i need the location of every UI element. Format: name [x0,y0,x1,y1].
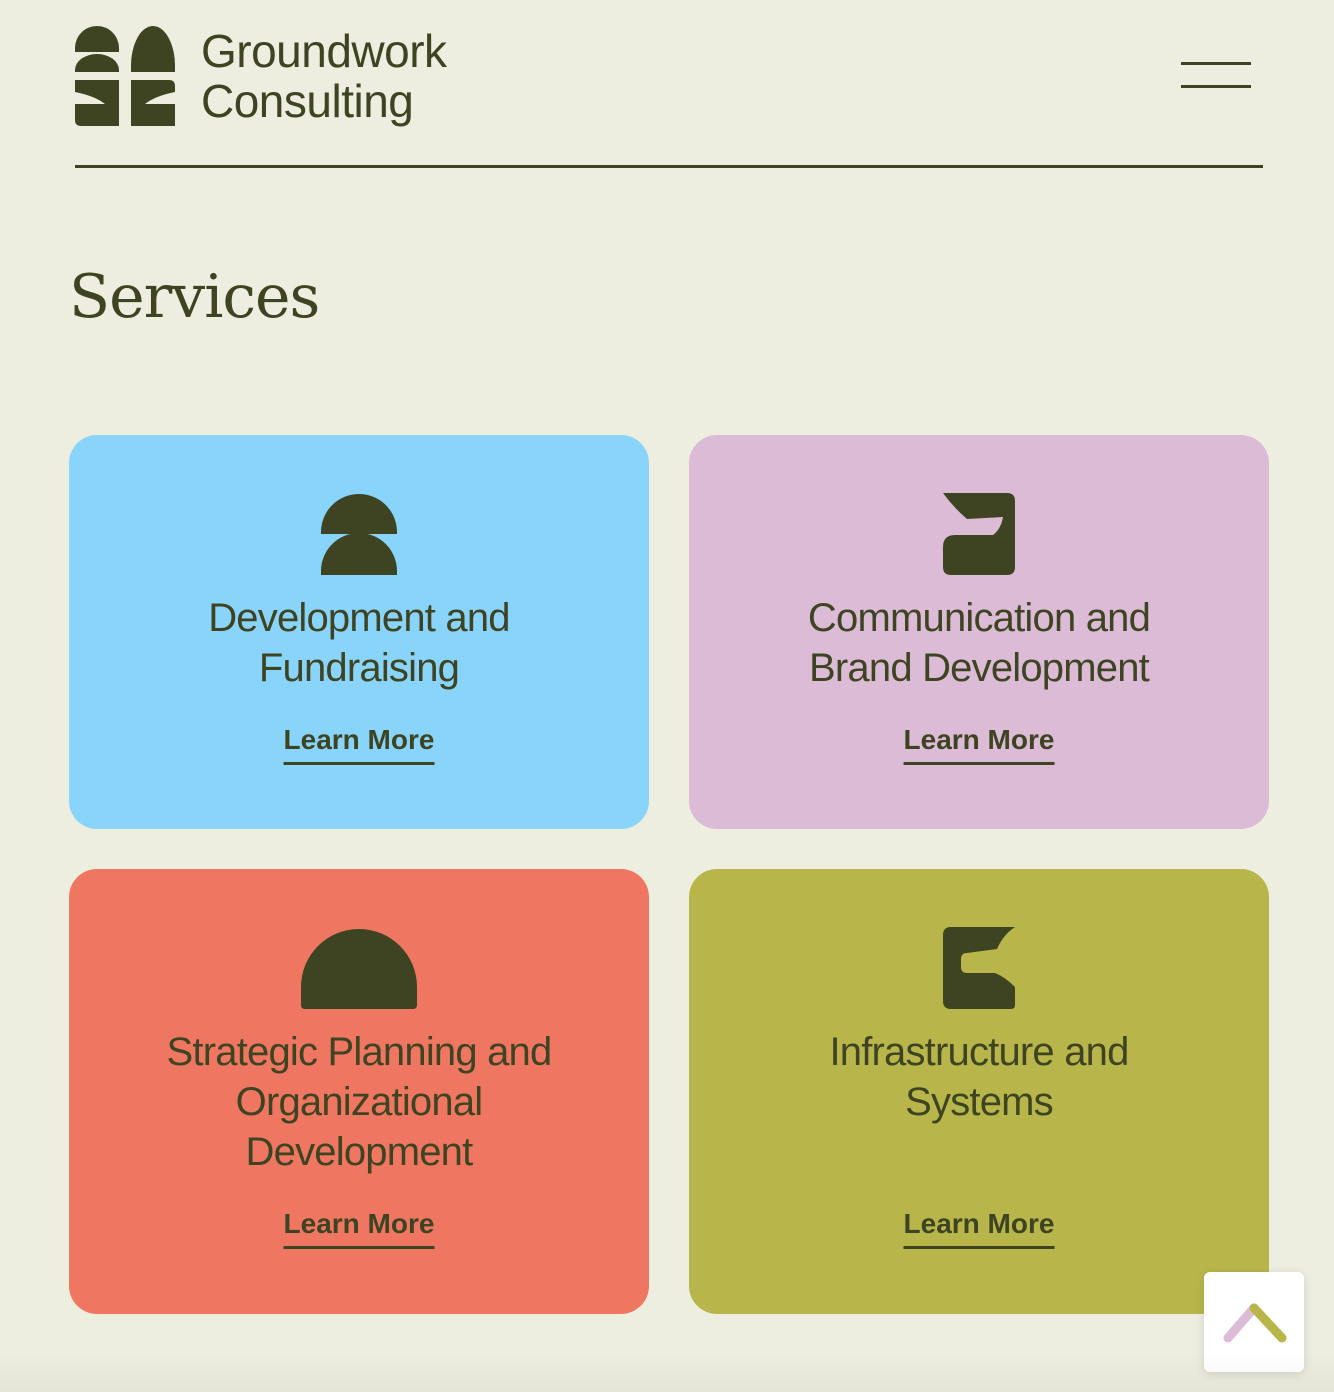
site-header: Groundwork Consulting [75,0,1263,168]
site-logo[interactable]: Groundwork Consulting [75,24,447,128]
bottom-shadow [0,1350,1334,1392]
service-card-development-fundraising: Development and Fundraising Learn More [69,435,649,829]
service-card-strategic-planning: Strategic Planning and Organizational De… [69,869,649,1314]
menu-line-bottom [1181,85,1251,88]
dome-icon [301,929,417,1009]
service-card-title: Strategic Planning and Organizational De… [166,1030,553,1174]
back-to-top-button[interactable] [1204,1272,1304,1372]
hamburger-menu-icon[interactable] [1181,58,1251,94]
service-card-title: Communication and Brand Development [807,596,1151,690]
learn-more-link[interactable]: Learn More [283,1206,435,1249]
learn-more-link[interactable]: Learn More [903,1206,1055,1249]
stacked-half-circles-icon [321,494,397,575]
menu-line-top [1181,62,1251,65]
learn-more-link[interactable]: Learn More [283,722,435,765]
logo-wordmark: Groundwork Consulting [201,26,447,126]
page-title: Services [69,262,320,332]
logo-line-2: Consulting [201,75,414,127]
service-card-title: Development and Fundraising [208,596,510,690]
notched-block-icon [943,927,1015,1009]
logo-line-1: Groundwork [201,25,447,77]
leaf-shape-icon [943,493,1015,575]
chevron-up-icon [1223,1303,1287,1343]
groundwork-logo-icon [75,26,175,126]
service-card-communication-brand: Communication and Brand Development Lear… [689,435,1269,829]
service-card-infrastructure-systems: Infrastructure and Systems Learn More [689,869,1269,1314]
service-card-title: Infrastructure and Systems [829,1030,1129,1124]
learn-more-link[interactable]: Learn More [903,722,1055,765]
